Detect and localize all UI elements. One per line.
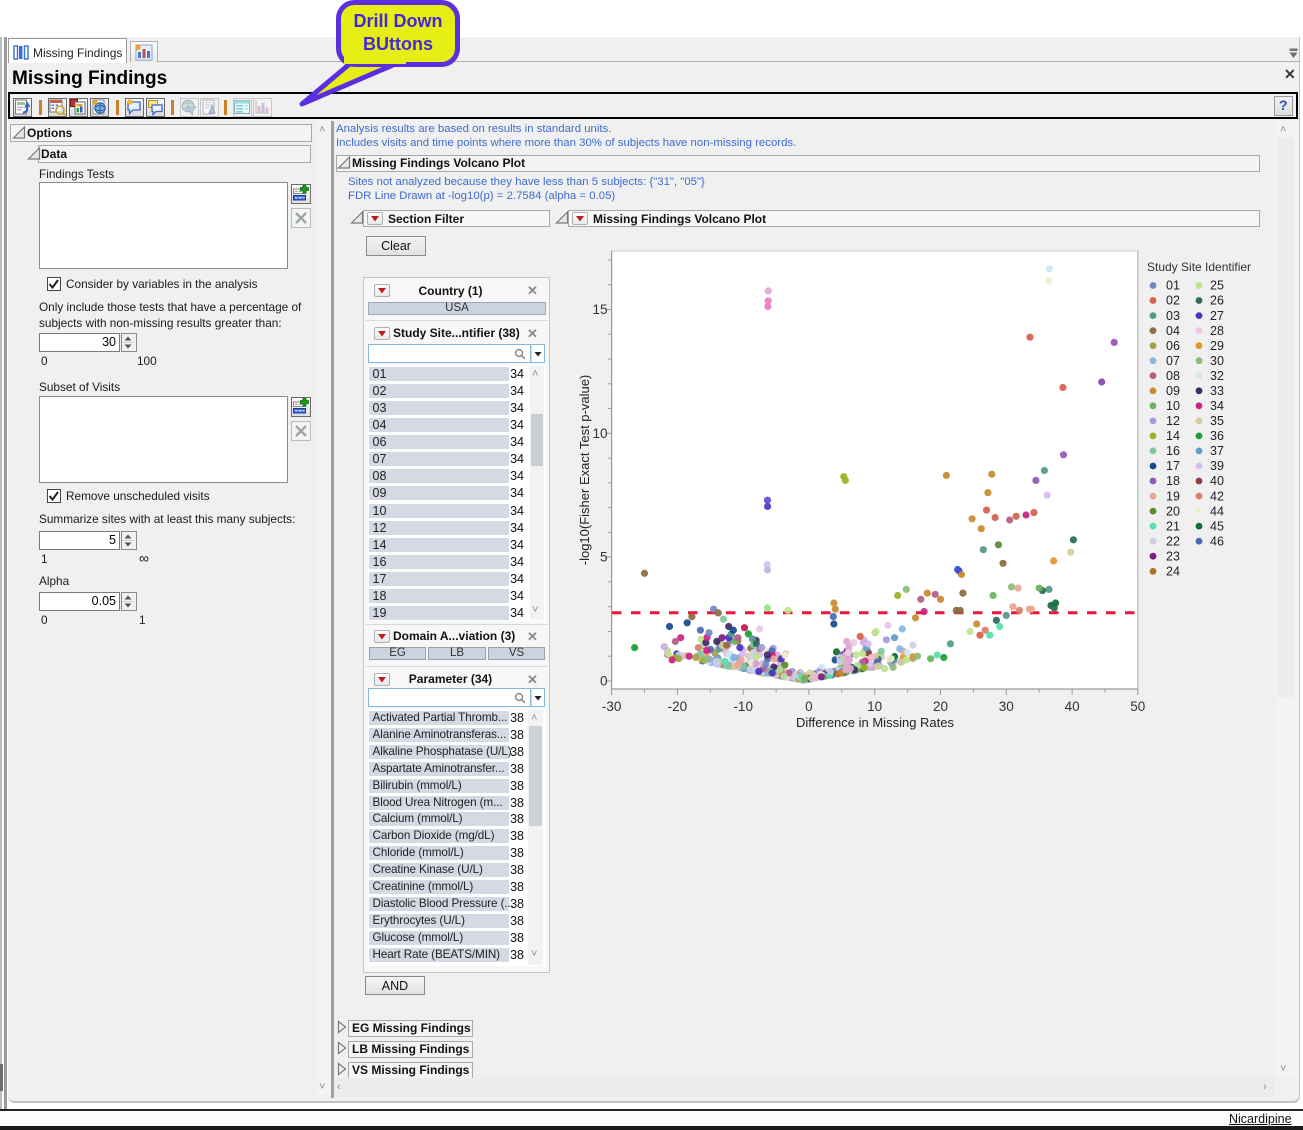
svg-text:25: 25 [1210,279,1224,293]
svg-text:14: 14 [1166,429,1180,443]
svg-text:40: 40 [1210,474,1224,488]
svg-text:42: 42 [1210,489,1224,503]
svg-text:08: 08 [1166,369,1180,383]
svg-text:44: 44 [1210,504,1224,518]
svg-text:39: 39 [1210,459,1224,473]
svg-text:18: 18 [1166,474,1180,488]
svg-text:36: 36 [1210,429,1224,443]
svg-text:28: 28 [1210,324,1224,338]
svg-text:30: 30 [1210,354,1224,368]
svg-text:03: 03 [1166,309,1180,323]
svg-text:32: 32 [1210,369,1224,383]
svg-text:45: 45 [1210,519,1224,533]
svg-text:19: 19 [1166,489,1180,503]
svg-text:35: 35 [1210,414,1224,428]
svg-text:12: 12 [1166,414,1180,428]
svg-text:02: 02 [1166,294,1180,308]
svg-text:16: 16 [1166,444,1180,458]
svg-text:20: 20 [1166,504,1180,518]
svg-text:23: 23 [1166,549,1180,563]
svg-text:07: 07 [1166,354,1180,368]
svg-text:01: 01 [1166,279,1180,293]
svg-text:09: 09 [1166,384,1180,398]
svg-text:04: 04 [1166,324,1180,338]
svg-text:17: 17 [1166,459,1180,473]
svg-text:46: 46 [1210,534,1224,548]
svg-text:10: 10 [1166,399,1180,413]
svg-text:22: 22 [1166,534,1180,548]
svg-text:34: 34 [1210,399,1224,413]
svg-text:21: 21 [1166,519,1180,533]
svg-text:27: 27 [1210,309,1224,323]
svg-text:26: 26 [1210,294,1224,308]
svg-text:29: 29 [1210,339,1224,353]
svg-text:37: 37 [1210,444,1224,458]
svg-text:06: 06 [1166,339,1180,353]
svg-text:33: 33 [1210,384,1224,398]
svg-text:24: 24 [1166,565,1180,579]
